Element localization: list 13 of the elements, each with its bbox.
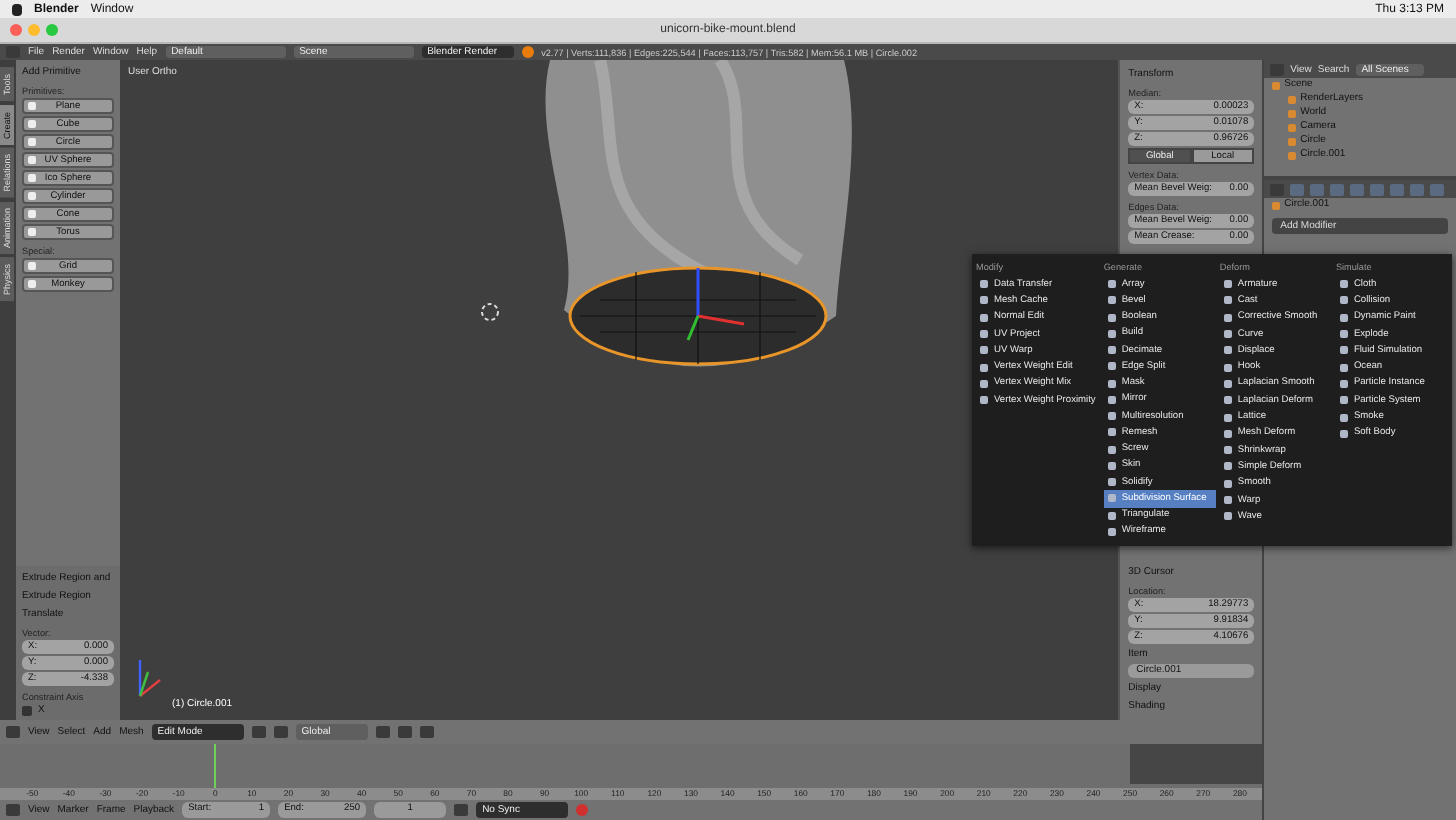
blender-logo-icon xyxy=(521,46,534,58)
close-button[interactable] xyxy=(10,24,22,36)
checkbox[interactable] xyxy=(22,705,32,715)
record-icon[interactable] xyxy=(576,804,589,816)
editor-type-icon[interactable] xyxy=(1270,63,1285,75)
editor-type-icon[interactable] xyxy=(1270,183,1285,195)
maximize-button[interactable] xyxy=(46,24,58,36)
editor-type-icon[interactable] xyxy=(6,726,20,738)
minimize-button[interactable] xyxy=(28,24,40,36)
editor-type-icon[interactable] xyxy=(6,804,20,816)
axis-icon xyxy=(138,660,161,697)
editor-type-icon[interactable] xyxy=(6,46,20,58)
3d-cursor-icon xyxy=(481,303,499,321)
